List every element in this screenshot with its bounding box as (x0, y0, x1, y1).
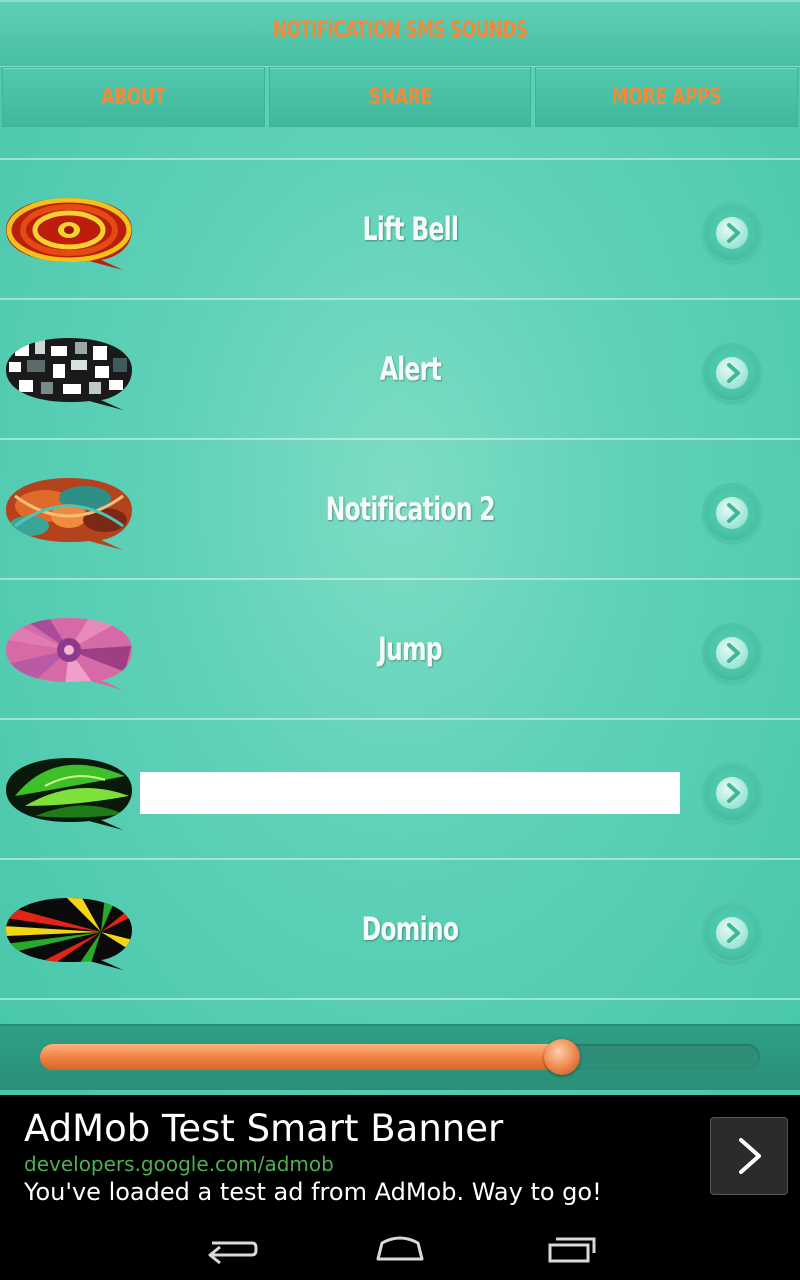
tab-more-apps-label: MORE APPS (611, 84, 722, 110)
play-button[interactable] (705, 346, 759, 400)
play-button[interactable] (705, 906, 759, 960)
sound-row-lift-bell[interactable]: Lift Bell (0, 160, 800, 298)
home-icon (376, 1236, 424, 1261)
seek-bar[interactable] (40, 1039, 760, 1075)
chevron-right-icon (727, 643, 740, 663)
sound-name: Alert (379, 350, 441, 388)
seek-bar-thumb[interactable] (544, 1039, 580, 1075)
tab-share[interactable]: SHARE (268, 67, 532, 127)
seek-bar-progress (40, 1044, 562, 1070)
chevron-right-icon (739, 1138, 761, 1174)
play-button[interactable] (705, 486, 759, 540)
back-icon (208, 1241, 258, 1265)
sound-thumbnail-pixels (6, 338, 132, 410)
player-bar (0, 1024, 800, 1090)
sound-row-5[interactable] (0, 720, 800, 858)
sound-thumbnail-swirl (6, 198, 132, 270)
system-nav-bar (0, 1215, 800, 1280)
sound-row-alert[interactable]: Alert (0, 300, 800, 438)
title-bar: NOTIFICATION SMS SOUNDS (0, 0, 800, 67)
play-button[interactable] (705, 626, 759, 680)
ad-url: developers.google.com/admob (24, 1152, 334, 1176)
home-button[interactable] (360, 1225, 440, 1271)
sound-thumbnail-leaf (6, 758, 132, 830)
sound-name: Jump (378, 630, 443, 668)
chevron-right-icon (727, 223, 740, 243)
ad-banner[interactable]: AdMob Test Smart Banner developers.googl… (0, 1097, 800, 1215)
tab-more-apps[interactable]: MORE APPS (535, 67, 799, 127)
chevron-right-icon (727, 363, 740, 383)
tab-bar: ABOUT SHARE MORE APPS (0, 67, 800, 127)
sound-row-jump[interactable]: Jump (0, 580, 800, 718)
sound-thumbnail-kaleidoscope (6, 618, 132, 690)
sound-name: Domino (361, 910, 459, 948)
sound-name (140, 772, 680, 814)
ad-title: AdMob Test Smart Banner (24, 1107, 504, 1150)
recent-apps-icon (548, 1237, 596, 1263)
sound-list: Lift Bell Alert Notification 2 Jump Domi… (0, 158, 800, 1000)
ad-open-button[interactable] (710, 1117, 788, 1195)
tab-share-label: SHARE (368, 84, 432, 110)
back-button[interactable] (190, 1225, 270, 1271)
tab-about[interactable]: ABOUT (2, 67, 265, 127)
recent-apps-button[interactable] (532, 1225, 612, 1271)
sound-thumbnail-burst (6, 898, 132, 970)
app-title: NOTIFICATION SMS SOUNDS (272, 18, 528, 43)
play-button[interactable] (705, 206, 759, 260)
sound-row-notification-2[interactable]: Notification 2 (0, 440, 800, 578)
list-divider (0, 998, 800, 1000)
ad-text: You've loaded a test ad from AdMob. Way … (24, 1178, 602, 1206)
sound-name: Notification 2 (325, 490, 495, 528)
chevron-right-icon (727, 503, 740, 523)
chevron-right-icon (727, 923, 740, 943)
tab-about-label: ABOUT (101, 84, 166, 110)
app-screen: NOTIFICATION SMS SOUNDS ABOUT SHARE MORE… (0, 0, 800, 1095)
sound-row-domino[interactable]: Domino (0, 860, 800, 998)
chevron-right-icon (727, 783, 740, 803)
sound-thumbnail-fractal (6, 478, 132, 550)
play-button[interactable] (705, 766, 759, 820)
sound-name: Lift Bell (362, 210, 459, 248)
